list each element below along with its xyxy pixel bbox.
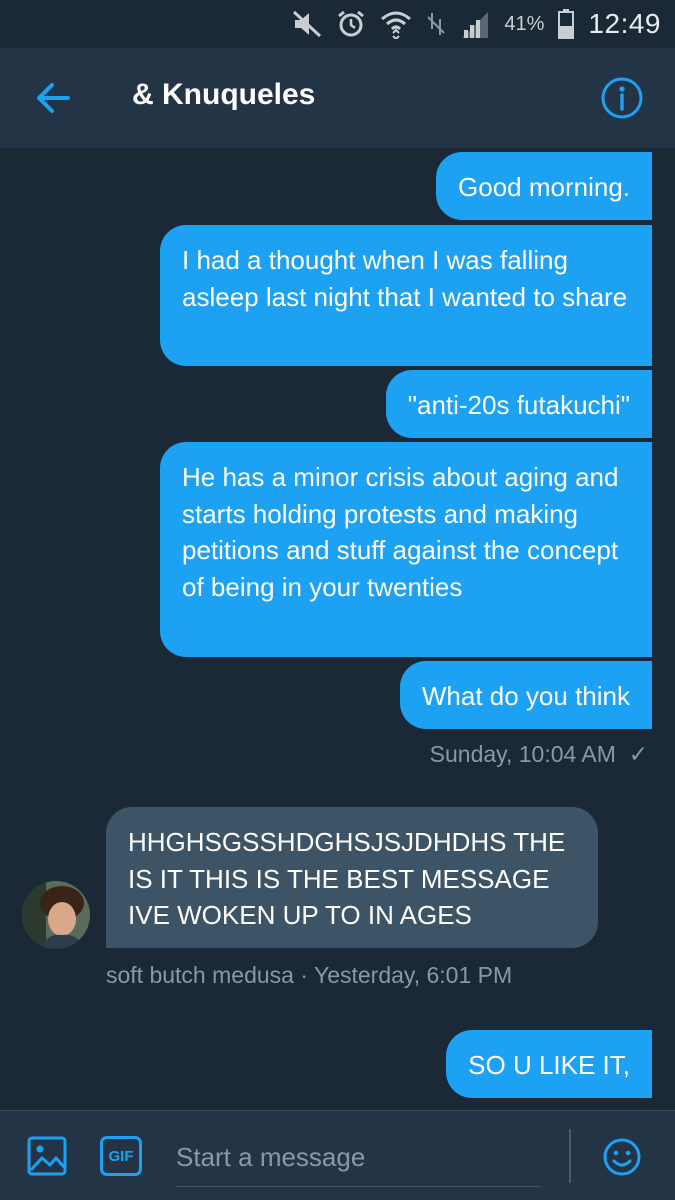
emoji-button[interactable] [602,1137,642,1177]
message-list[interactable]: Good morning. I had a thought when I was… [0,148,675,1110]
sent-time: Sunday, 10:04 AM [429,741,616,767]
smiley-icon [603,1138,641,1176]
mute-icon [293,10,322,38]
clock: 12:49 [588,8,661,39]
message-bubble-outgoing[interactable]: What do you think [399,661,652,729]
battery-percent: 41% [504,12,545,35]
conversation-title: & Knuqueles [132,78,316,111]
sent-check-icon: ✓ [628,741,648,767]
sent-timestamp: Sunday, 10:04 AM ✓ [430,741,648,768]
alarm-icon [338,10,365,37]
message-bubble-incoming[interactable]: HHGHSGSSHDGHSJSJDHDHS THE IS IT THIS IS … [106,807,598,948]
message-bubble-outgoing[interactable]: "anti-20s futakuchi" [385,370,652,438]
message-bubble-outgoing[interactable]: I had a thought when I was falling aslee… [160,225,652,366]
received-info: soft butch medusa · Yesterday, 6:01 PM [106,962,513,988]
message-bubble-outgoing[interactable]: Good morning. [436,152,652,220]
data-off-icon [427,13,446,35]
message-input[interactable] [176,1129,541,1187]
conversation-header: & Knuqueles [0,48,675,148]
avatar-photo [22,881,90,949]
back-button[interactable] [34,80,72,116]
arrow-left-icon [37,83,70,113]
status-bar: 41% 12:49 [0,0,675,48]
info-button[interactable] [600,76,644,120]
signal-icon [462,12,489,38]
info-icon [601,77,643,119]
message-composer: GIF [0,1110,675,1200]
gif-button[interactable]: GIF [100,1136,142,1176]
avatar[interactable] [22,881,90,949]
image-icon [27,1136,67,1176]
add-image-button[interactable] [27,1136,67,1176]
message-bubble-outgoing[interactable]: He has a minor crisis about aging and st… [160,442,652,657]
battery-icon [558,9,575,39]
composer-divider [569,1129,571,1183]
wifi-icon [381,11,412,39]
message-bubble-outgoing[interactable]: SO U LIKE IT, [446,1030,652,1098]
